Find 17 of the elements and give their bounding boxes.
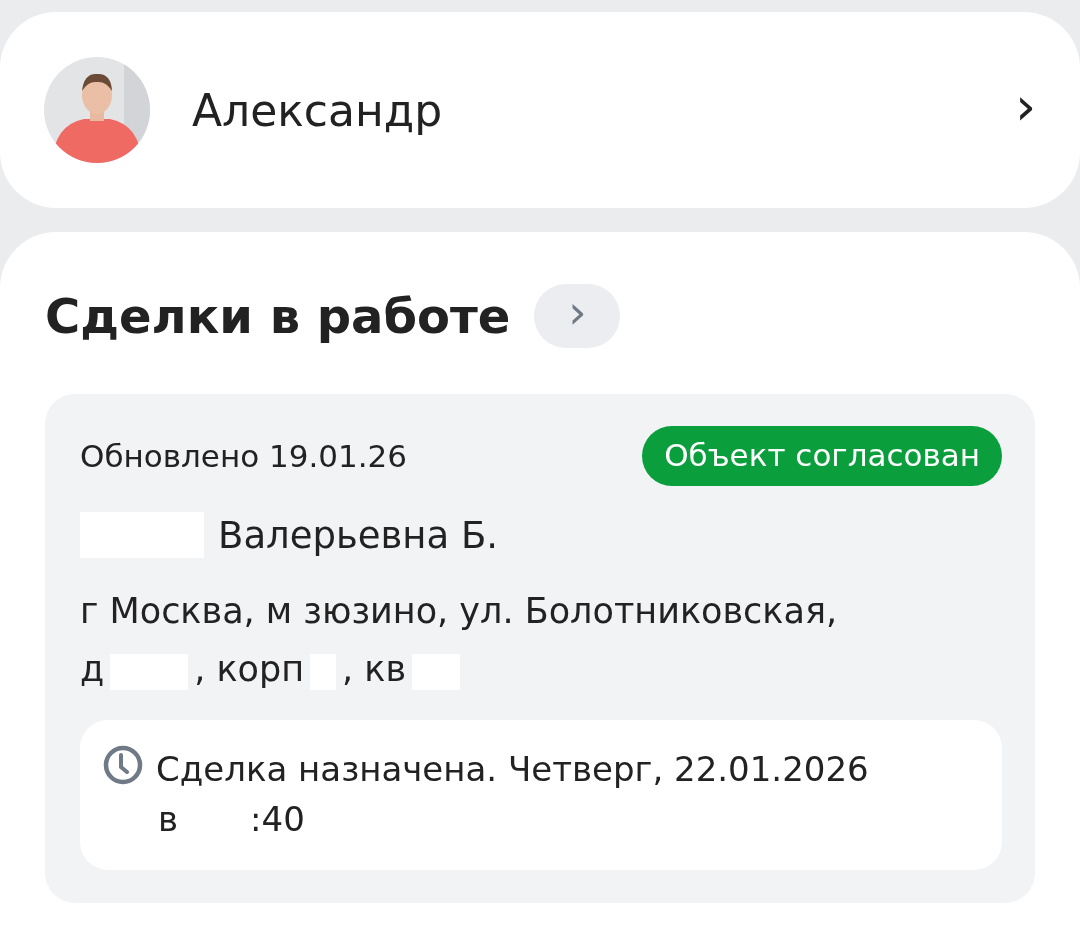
schedule-time: :40	[250, 798, 305, 841]
deal-card[interactable]: Обновлено 19.01.26 Объект согласован Валерьевна Б. г Москва, м зюзино, ул. Болотниковская, д , корп , кв Сделка назначена. Четверг, 22.01.2026 в :40	[45, 394, 1035, 903]
updated-date: Обновлено 19.01.26	[80, 438, 408, 474]
user-name: Александр	[192, 84, 444, 136]
section-title: Сделки в работе	[45, 288, 511, 344]
status-badge: Объект согласован	[642, 426, 1002, 486]
client-name: Валерьевна Б.	[218, 513, 499, 557]
schedule-text: в	[158, 798, 179, 841]
profile-card[interactable]: Александр ›	[0, 12, 1080, 208]
address-text: , кв	[342, 648, 407, 691]
chevron-right-icon: ›	[1015, 80, 1036, 140]
address-text: д	[80, 648, 105, 691]
chevron-button[interactable]: ›	[534, 284, 621, 348]
clock-icon	[102, 744, 144, 786]
address-text: , корп	[194, 648, 305, 691]
address-text: г Москва, м зюзино, ул. Болотниковская,	[80, 590, 839, 633]
schedule-text: Сделка назначена. Четверг, 22.01.2026	[156, 748, 869, 791]
